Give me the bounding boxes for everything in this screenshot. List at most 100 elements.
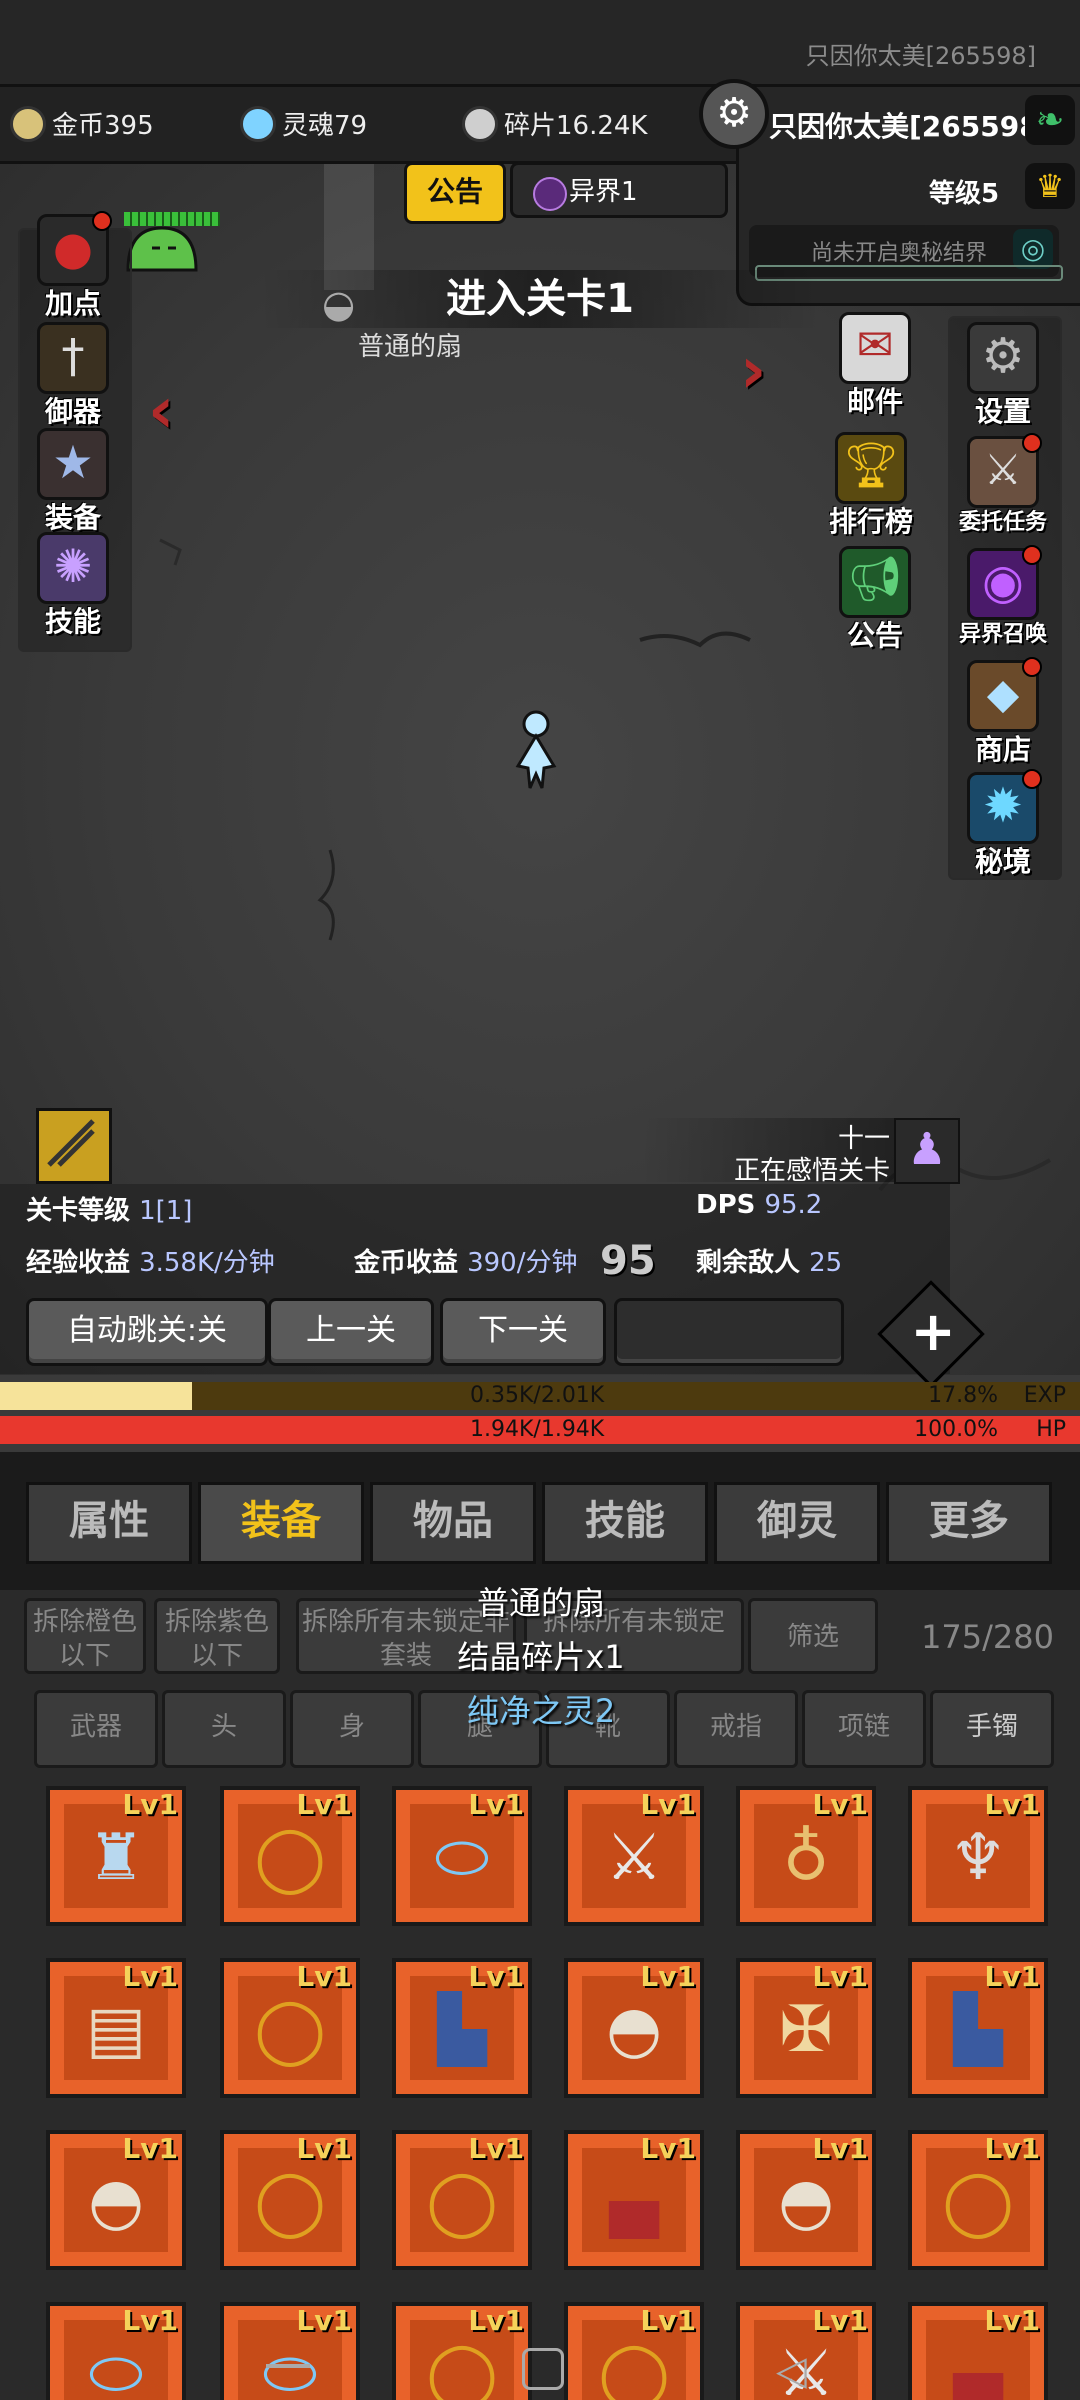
notice-tab[interactable]: 公告 (404, 162, 506, 224)
exp-value: 0.35K/2.01K (470, 1383, 605, 1408)
menu-otherworld-summon[interactable]: ◉ 异界召唤 (948, 545, 1058, 648)
dismantle-purple-button[interactable]: 拆除紫色以下 (154, 1598, 280, 1674)
player-level: 等级5 (929, 179, 1000, 209)
menu-secret-realm[interactable]: ✹ 秘境 (948, 769, 1058, 880)
item-level-label: Lv1 (812, 1788, 868, 1821)
portal-icon: ◎ (1013, 229, 1053, 269)
menu-equipment[interactable]: ★ 装备 (18, 428, 128, 536)
equipment-item[interactable]: ◓ Lv1 (564, 1958, 704, 2098)
tab-spirits[interactable]: 御灵 (714, 1482, 880, 1564)
skill-slot-icon[interactable] (36, 1108, 112, 1184)
item-level-label: Lv1 (296, 1788, 352, 1821)
item-level-label: Lv1 (296, 2304, 352, 2337)
exp-bar: 0.35K/2.01K 17.8% EXP (0, 1382, 1080, 1410)
filter-button[interactable]: 筛选 (748, 1598, 878, 1674)
equipment-item[interactable]: ◯ Lv1 (908, 2130, 1048, 2270)
player-name: 只因你太美[265598] (769, 110, 1052, 143)
remaining-enemies: 剩余敌人 25 (696, 1248, 843, 1278)
item-level-label: Lv1 (812, 2132, 868, 2165)
prev-stage-button[interactable]: 上一关 (268, 1298, 434, 1366)
home-nav-icon[interactable] (522, 2348, 564, 2390)
auto-skip-button[interactable]: 自动跳关:关 (26, 1298, 268, 1366)
equipment-item[interactable]: ⚔ Lv1 (564, 1786, 704, 1926)
equipment-item[interactable]: ◯ Lv1 (220, 2130, 360, 2270)
hp-percent: 100.0% (914, 1417, 998, 1442)
leaf-icon[interactable]: ❧ (1025, 95, 1075, 145)
shop-bag-icon: ◆ (967, 657, 1042, 732)
menu-settings[interactable]: ⚙ 设置 (948, 322, 1058, 430)
menu-skills[interactable]: ✺ 技能 (18, 532, 128, 640)
equipment-item[interactable]: ◓ Lv1 (46, 2130, 186, 2270)
equipment-item[interactable]: ◯ Lv1 (220, 1958, 360, 2098)
back-nav-icon[interactable]: ◁ (776, 2348, 807, 2394)
tab-equipment[interactable]: 装备 (198, 1482, 364, 1564)
vortex-icon (533, 177, 567, 211)
trophy-icon: 🏆︎ (835, 432, 907, 504)
inventory-count: 175/280 (921, 1618, 1054, 1656)
menu-announcement[interactable]: 📢︎ 公告 (820, 546, 930, 654)
item-level-label: Lv1 (468, 2132, 524, 2165)
equipment-item[interactable]: ◯ Lv1 (392, 2130, 532, 2270)
tab-skills[interactable]: 技能 (542, 1482, 708, 1564)
menu-commission[interactable]: ⚔ 委托任务 (948, 433, 1058, 536)
next-area-arrow[interactable]: › (740, 334, 766, 408)
menu-nav-icon[interactable] (266, 2364, 310, 2368)
equipment-item[interactable]: ◓ Lv1 (736, 2130, 876, 2270)
exp-bar-fill (0, 1382, 193, 1410)
prev-area-arrow[interactable]: ‹ (148, 374, 174, 448)
next-stage-button[interactable]: 下一关 (440, 1298, 606, 1366)
slot-head[interactable]: 头 (162, 1690, 286, 1768)
item-level-label: Lv1 (468, 1960, 524, 1993)
equipment-item[interactable]: ◯ Lv1 (220, 1786, 360, 1926)
vortex-icon: ◉ (967, 545, 1042, 620)
commission-icon: ⚔ (967, 433, 1042, 508)
stage-level: 关卡等级 1[1] (26, 1196, 193, 1226)
system-nav-bar: ◁ (0, 2348, 1080, 2400)
item-level-label: Lv1 (812, 1960, 868, 1993)
equipment-item[interactable]: ▙ Lv1 (392, 1958, 532, 2098)
empty-button[interactable] (614, 1298, 844, 1366)
slot-necklace[interactable]: 项链 (802, 1690, 926, 1768)
comprehend-bar: 十一 正在感悟关卡 ♟ (640, 1118, 960, 1186)
item-level-label: Lv1 (468, 1788, 524, 1821)
menu-weapon-control[interactable]: † 御器 (18, 322, 128, 430)
menu-mail[interactable]: ✉ 邮件 (820, 312, 930, 420)
item-level-label: Lv1 (984, 1960, 1040, 1993)
exp-income: 经验收益 3.58K/分钟 (26, 1248, 275, 1278)
equipment-item[interactable]: ✠ Lv1 (736, 1958, 876, 2098)
item-level-label: Lv1 (122, 1788, 178, 1821)
item-level-label: Lv1 (468, 2304, 524, 2337)
otherworld-tab[interactable]: 异界1 (510, 162, 728, 218)
star-shield-icon: ★ (37, 428, 109, 500)
item-level-label: Lv1 (122, 1960, 178, 1993)
slot-bracelet[interactable]: 手镯 (930, 1690, 1054, 1768)
gear-icon: ⚙ (967, 322, 1039, 394)
equipment-item[interactable]: ▄ Lv1 (564, 2130, 704, 2270)
item-level-label: Lv1 (122, 2132, 178, 2165)
item-level-label: Lv1 (296, 2132, 352, 2165)
item-level-label: Lv1 (640, 1960, 696, 1993)
item-level-label: Lv1 (640, 1788, 696, 1821)
enemy-hp-bar (124, 212, 220, 226)
item-level-label: Lv1 (640, 2132, 696, 2165)
equipment-item[interactable]: ▙ Lv1 (908, 1958, 1048, 2098)
equipment-item[interactable]: ▤ Lv1 (46, 1958, 186, 2098)
equipment-item[interactable]: ♆ Lv1 (908, 1786, 1048, 1926)
equipment-item[interactable]: ♜ Lv1 (46, 1786, 186, 1926)
equipment-item[interactable]: ⬭ Lv1 (392, 1786, 532, 1926)
item-level-label: Lv1 (640, 2304, 696, 2337)
menu-shop[interactable]: ◆ 商店 (948, 657, 1058, 768)
tab-more[interactable]: 更多 (886, 1482, 1052, 1564)
dismantle-orange-button[interactable]: 拆除橙色以下 (24, 1598, 146, 1674)
menu-add-points[interactable]: ● 加点 (18, 211, 128, 322)
gear-icon[interactable]: ⚙ (699, 79, 769, 149)
tab-attributes[interactable]: 属性 (26, 1482, 192, 1564)
tab-items[interactable]: 物品 (370, 1482, 536, 1564)
item-drop-label: 普通的扇 (357, 332, 462, 362)
equipment-item[interactable]: ♁ Lv1 (736, 1786, 876, 1926)
menu-ranking[interactable]: 🏆︎ 排行榜 (816, 432, 926, 540)
tooltip-spirit: 纯净之灵2 (466, 1692, 616, 1730)
slot-weapon[interactable]: 武器 (34, 1690, 158, 1768)
soul-icon (240, 105, 276, 142)
green-slime (122, 224, 202, 272)
